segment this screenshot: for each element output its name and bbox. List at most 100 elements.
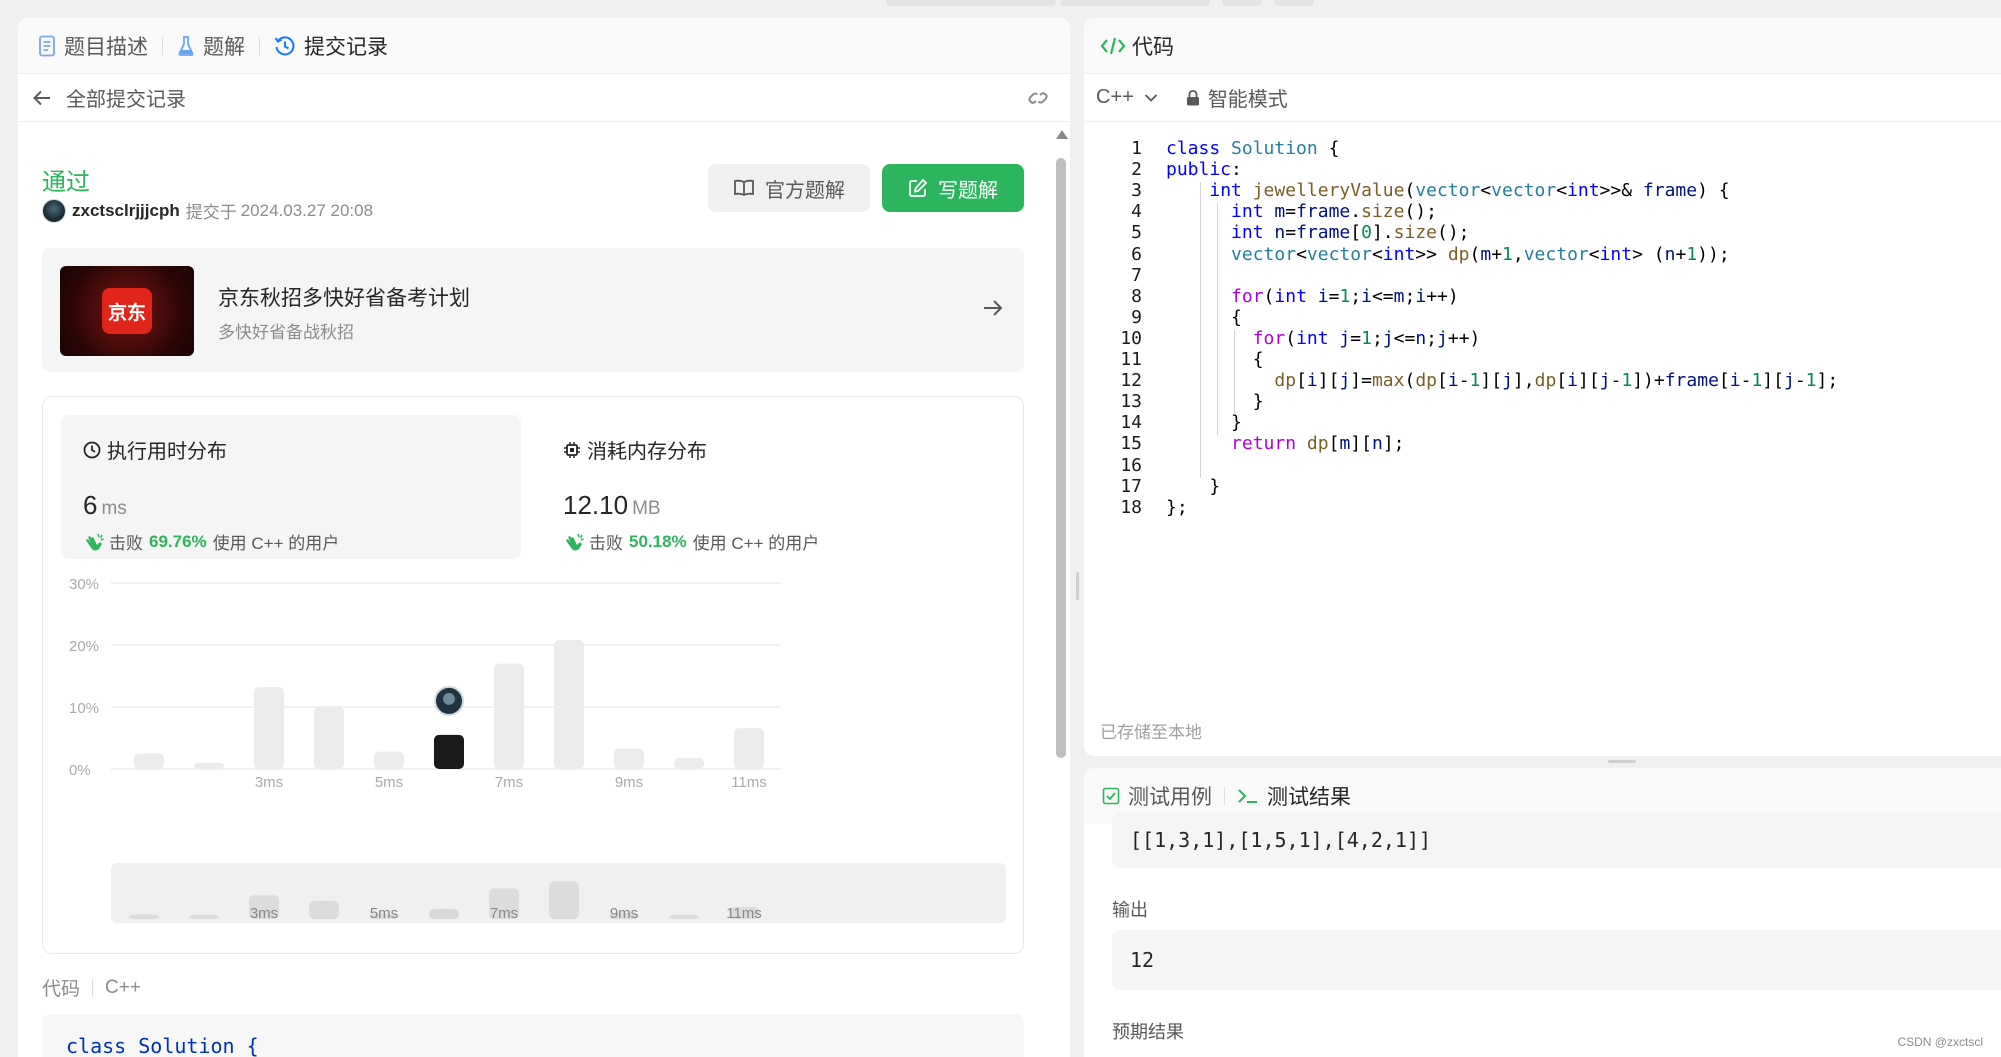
promo-subtitle: 多快好省备战秋招 bbox=[218, 323, 354, 342]
code-line[interactable]: } bbox=[1166, 391, 1264, 412]
code-language: C++ bbox=[105, 976, 141, 998]
code-line[interactable]: class Solution { bbox=[1166, 138, 1339, 159]
code-section-header: 代码 C++ bbox=[42, 974, 141, 1001]
code-line[interactable]: for(int i=1;i<=m;i++) bbox=[1166, 286, 1459, 307]
scrollbar-thumb[interactable] bbox=[1056, 158, 1066, 758]
language-select[interactable]: C++ bbox=[1096, 86, 1134, 109]
runtime-distribution-chart[interactable]: 30% 20% 10% 0% 3ms 3ms 5ms 5ms 7ms 7ms 9ms 9ms 11ms 1… bbox=[61, 573, 1011, 933]
all-submissions-link[interactable]: 全部提交记录 bbox=[66, 83, 1026, 112]
status-badge: 通过 bbox=[42, 169, 90, 196]
top-tab-shadow bbox=[1274, 0, 1314, 6]
avatar-marker-face bbox=[443, 692, 455, 705]
output-label: 输出 bbox=[1112, 900, 1148, 920]
tab-divider bbox=[259, 36, 260, 55]
submission-author: zxctsclrjjjcph 提交于 2024.03.27 20:08 bbox=[42, 198, 373, 223]
official-solution-label: 官方题解 bbox=[765, 179, 845, 202]
scroll-up-icon[interactable] bbox=[1056, 130, 1068, 139]
tab-label: 提交记录 bbox=[304, 35, 388, 59]
line-number: 17 bbox=[1120, 475, 1142, 497]
code-preview-line: class Solution { bbox=[66, 1034, 259, 1057]
promo-banner[interactable]: 京东 京东秋招多快好省备考计划 多快好省备战秋招 bbox=[42, 248, 1024, 372]
code-line[interactable]: dp[i][j]=max(dp[i-1][j],dp[i][j-1])+fram… bbox=[1166, 370, 1838, 391]
panel-resize-handle[interactable] bbox=[1076, 572, 1079, 600]
line-number: 10 bbox=[1120, 327, 1142, 349]
tab-submissions[interactable]: 提交记录 bbox=[274, 31, 388, 61]
indent-guide bbox=[1217, 203, 1218, 436]
test-panel: 测试用例 测试结果 [[1,3,1],[1,5,1],[4,2,1]] 输出 1… bbox=[1084, 768, 2001, 1057]
x-tick-label: 5ms bbox=[375, 774, 403, 791]
chip-icon bbox=[564, 441, 580, 458]
code-line[interactable]: }; bbox=[1166, 497, 1188, 518]
avatar[interactable] bbox=[42, 198, 66, 223]
indent-guide bbox=[1234, 351, 1235, 394]
minimap-tick-label: 9ms bbox=[610, 905, 638, 922]
code-line[interactable]: int jewelleryValue(vector<vector<int>>& … bbox=[1166, 180, 1729, 201]
memory-beat-prefix: 击败 bbox=[589, 534, 623, 553]
line-number: 15 bbox=[1120, 433, 1142, 455]
code-editor[interactable]: 1 class Solution {2 public: 3 int jewellery… bbox=[1084, 138, 2001, 638]
back-arrow-icon[interactable] bbox=[32, 88, 52, 108]
memory-unit: MB bbox=[632, 498, 661, 519]
code-line[interactable]: for(int j=1;j<=n;j++) bbox=[1166, 328, 1481, 349]
x-tick-label: 9ms bbox=[615, 774, 643, 791]
bar bbox=[674, 757, 704, 769]
x-tick-label: 7ms bbox=[495, 774, 523, 791]
memory-card[interactable]: 消耗内存分布 12.10 MB 击败 50.18% 使用 C++ 的用户 bbox=[541, 415, 1001, 559]
link-icon[interactable] bbox=[1026, 88, 1050, 108]
left-panel: 题目描述 题解 提交记录 全部提交记录 通过 zxctsclrjjjcph 提交… bbox=[18, 18, 1070, 1057]
tab-solutions[interactable]: 题解 bbox=[177, 31, 245, 61]
top-strip bbox=[0, 0, 2001, 14]
tab-description[interactable]: 题目描述 bbox=[38, 31, 148, 61]
x-tick-label: 3ms bbox=[255, 774, 283, 791]
expected-label: 预期结果 bbox=[1112, 1022, 1184, 1042]
vertical-resize-handle[interactable] bbox=[1608, 760, 1636, 763]
y-tick-label: 30% bbox=[69, 576, 99, 593]
divider bbox=[92, 978, 94, 997]
editor-header: 代码 bbox=[1084, 18, 2001, 74]
code-line[interactable]: } bbox=[1166, 412, 1242, 433]
smart-mode-toggle[interactable]: 智能模式 bbox=[1208, 83, 1288, 112]
checkbox-icon bbox=[1102, 787, 1120, 805]
code-line[interactable]: int n=frame[0].size(); bbox=[1166, 222, 1469, 243]
y-tick-label: 0% bbox=[69, 762, 91, 779]
tab-label: 题目描述 bbox=[64, 35, 148, 59]
line-number: 13 bbox=[1120, 391, 1142, 413]
code-line[interactable]: int m=frame.size(); bbox=[1166, 201, 1437, 222]
code-line[interactable]: public: bbox=[1166, 159, 1242, 180]
minimap-bar bbox=[189, 915, 219, 919]
code-line[interactable]: return dp[m][n]; bbox=[1166, 433, 1404, 454]
memory-beat-suffix: 使用 C++ 的用户 bbox=[692, 534, 820, 553]
editor-toolbar: C++ 智能模式 bbox=[1084, 74, 2001, 122]
code-line[interactable]: vector<vector<int>> dp(m+1,vector<int> (… bbox=[1166, 244, 1730, 265]
runtime-beat-percent: 69.76% bbox=[149, 531, 207, 551]
scrollbar[interactable] bbox=[1052, 122, 1070, 1057]
bar bbox=[494, 663, 524, 769]
minimap-bar bbox=[129, 914, 159, 919]
tab-label: 测试结果 bbox=[1267, 786, 1351, 809]
code-line[interactable]: } bbox=[1166, 476, 1220, 497]
terminal-icon bbox=[1238, 789, 1257, 803]
output-value: 12 bbox=[1112, 930, 2001, 990]
line-number: 16 bbox=[1120, 454, 1142, 476]
edit-icon bbox=[909, 178, 928, 197]
official-solution-button[interactable]: 官方题解 bbox=[708, 164, 870, 212]
line-number: 7 bbox=[1131, 264, 1142, 286]
x-tick-label: 11ms bbox=[731, 774, 767, 791]
runtime-card[interactable]: 执行用时分布 6 ms 击败 69.76% 使用 C++ 的用户 bbox=[61, 415, 521, 559]
minimap-bar bbox=[669, 915, 699, 919]
tab-testcases[interactable]: 测试用例 bbox=[1102, 781, 1212, 811]
top-tab-shadow bbox=[886, 0, 1056, 6]
write-solution-button[interactable]: 写题解 bbox=[882, 164, 1024, 212]
performance-stats: 执行用时分布 6 ms 击败 69.76% 使用 C++ 的用户 消耗内存分布 1… bbox=[42, 396, 1024, 954]
line-number: 11 bbox=[1120, 349, 1142, 370]
tab-test-results[interactable]: 测试结果 bbox=[1237, 781, 1351, 811]
chevron-down-icon[interactable] bbox=[1144, 93, 1158, 103]
line-number: 5 bbox=[1131, 222, 1142, 244]
author-name[interactable]: zxctsclrjjjcph bbox=[72, 201, 180, 221]
document-icon bbox=[39, 35, 55, 56]
lock-icon bbox=[1186, 89, 1199, 105]
code-line[interactable]: { bbox=[1166, 349, 1264, 370]
code-line[interactable]: { bbox=[1166, 307, 1242, 328]
minimap-bar bbox=[309, 901, 339, 919]
submitted-time: 2024.03.27 20:08 bbox=[240, 200, 374, 220]
